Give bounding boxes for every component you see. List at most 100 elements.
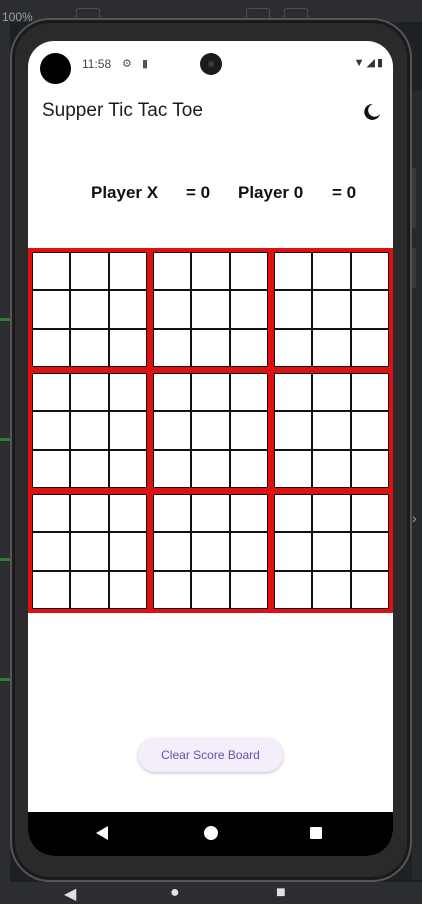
board-cell[interactable] — [191, 252, 230, 291]
board-cell[interactable] — [229, 532, 268, 571]
board-cell[interactable] — [153, 252, 192, 291]
board-cell[interactable] — [312, 449, 351, 488]
board-cell[interactable] — [350, 252, 389, 291]
sd-card-icon: ▮ — [142, 58, 149, 70]
board-cell[interactable] — [32, 570, 71, 609]
board-cell[interactable] — [108, 532, 147, 571]
board-cell[interactable] — [191, 373, 230, 412]
board-cell[interactable] — [312, 570, 351, 609]
board-cell[interactable] — [229, 373, 268, 412]
board-cell[interactable] — [191, 290, 230, 329]
board-cell[interactable] — [350, 328, 389, 367]
board-cell[interactable] — [153, 570, 192, 609]
home-icon[interactable] — [204, 826, 218, 840]
board-cell[interactable] — [312, 532, 351, 571]
board-cell[interactable] — [32, 449, 71, 488]
board-cell[interactable] — [108, 411, 147, 450]
board-cell[interactable] — [274, 494, 313, 533]
board-cell[interactable] — [229, 328, 268, 367]
board-cell[interactable] — [153, 290, 192, 329]
board-cell[interactable] — [70, 328, 109, 367]
board-cell[interactable] — [312, 252, 351, 291]
board-cell[interactable] — [191, 494, 230, 533]
board-cell[interactable] — [274, 252, 313, 291]
board-cell[interactable] — [312, 494, 351, 533]
board-cell[interactable] — [108, 252, 147, 291]
sub-board — [151, 250, 270, 369]
clear-score-board-button[interactable]: Clear Score Board — [138, 738, 283, 772]
board-cell[interactable] — [274, 290, 313, 329]
board-cell[interactable] — [32, 532, 71, 571]
board-cell[interactable] — [32, 328, 71, 367]
board-cell[interactable] — [229, 570, 268, 609]
board-cell[interactable] — [70, 449, 109, 488]
board-cell[interactable] — [274, 411, 313, 450]
board-cell[interactable] — [312, 290, 351, 329]
board-cell[interactable] — [70, 532, 109, 571]
board-cell[interactable] — [153, 328, 192, 367]
board-cell[interactable] — [108, 373, 147, 412]
back-icon[interactable] — [96, 826, 108, 840]
board-cell[interactable] — [70, 570, 109, 609]
board-cell[interactable] — [191, 570, 230, 609]
board-cell[interactable] — [274, 449, 313, 488]
android-nav-bar — [28, 812, 393, 856]
board-cell[interactable] — [153, 449, 192, 488]
board-cell[interactable] — [153, 494, 192, 533]
board-cell[interactable] — [229, 449, 268, 488]
moon-icon[interactable] — [362, 102, 382, 122]
board-cell[interactable] — [32, 290, 71, 329]
board-cell[interactable] — [70, 411, 109, 450]
board-cell[interactable] — [108, 328, 147, 367]
board-cell[interactable] — [108, 449, 147, 488]
board-cell[interactable] — [108, 570, 147, 609]
board-cell[interactable] — [32, 494, 71, 533]
board-cell[interactable] — [229, 290, 268, 329]
board-cell[interactable] — [274, 373, 313, 412]
board-cell[interactable] — [350, 373, 389, 412]
board-cell[interactable] — [191, 411, 230, 450]
board-cell[interactable] — [108, 494, 147, 533]
host-home-icon[interactable]: ● — [170, 884, 180, 902]
board-cell[interactable] — [350, 570, 389, 609]
board-cell[interactable] — [70, 494, 109, 533]
board-cell[interactable] — [312, 373, 351, 412]
power-button[interactable] — [412, 248, 416, 288]
board-cell[interactable] — [191, 532, 230, 571]
board-cell[interactable] — [350, 494, 389, 533]
board-cell[interactable] — [312, 411, 351, 450]
board-cell[interactable] — [229, 252, 268, 291]
board-cell[interactable] — [70, 290, 109, 329]
volume-button[interactable] — [412, 168, 416, 228]
board-cell[interactable] — [32, 411, 71, 450]
board-cell[interactable] — [350, 411, 389, 450]
board-cell[interactable] — [108, 290, 147, 329]
board-cell[interactable] — [153, 411, 192, 450]
board-cell[interactable] — [312, 328, 351, 367]
board-cell[interactable] — [32, 252, 71, 291]
gear-icon: ⚙ — [122, 58, 132, 70]
board-cell[interactable] — [350, 449, 389, 488]
board-cell[interactable] — [350, 290, 389, 329]
host-back-icon[interactable]: ◀ — [64, 884, 76, 904]
board-cell[interactable] — [191, 449, 230, 488]
board-cell[interactable] — [274, 532, 313, 571]
board-cell[interactable] — [191, 328, 230, 367]
board-cell[interactable] — [70, 252, 109, 291]
board-cell[interactable] — [153, 373, 192, 412]
board-cell[interactable] — [274, 570, 313, 609]
chevron-right-icon[interactable]: › — [412, 510, 417, 526]
recents-icon[interactable] — [310, 827, 322, 839]
host-recent-icon[interactable]: ■ — [276, 884, 286, 902]
board-cell[interactable] — [229, 494, 268, 533]
player-x-score: = 0 — [186, 183, 211, 202]
player-o-score: = 0 — [332, 183, 357, 202]
board-cell[interactable] — [274, 328, 313, 367]
board-cell[interactable] — [153, 532, 192, 571]
host-nav-bar: ◀ ● ■ — [0, 882, 422, 904]
board-cell[interactable] — [350, 532, 389, 571]
emulator-left-panel — [0, 22, 10, 882]
board-cell[interactable] — [32, 373, 71, 412]
board-cell[interactable] — [70, 373, 109, 412]
board-cell[interactable] — [229, 411, 268, 450]
